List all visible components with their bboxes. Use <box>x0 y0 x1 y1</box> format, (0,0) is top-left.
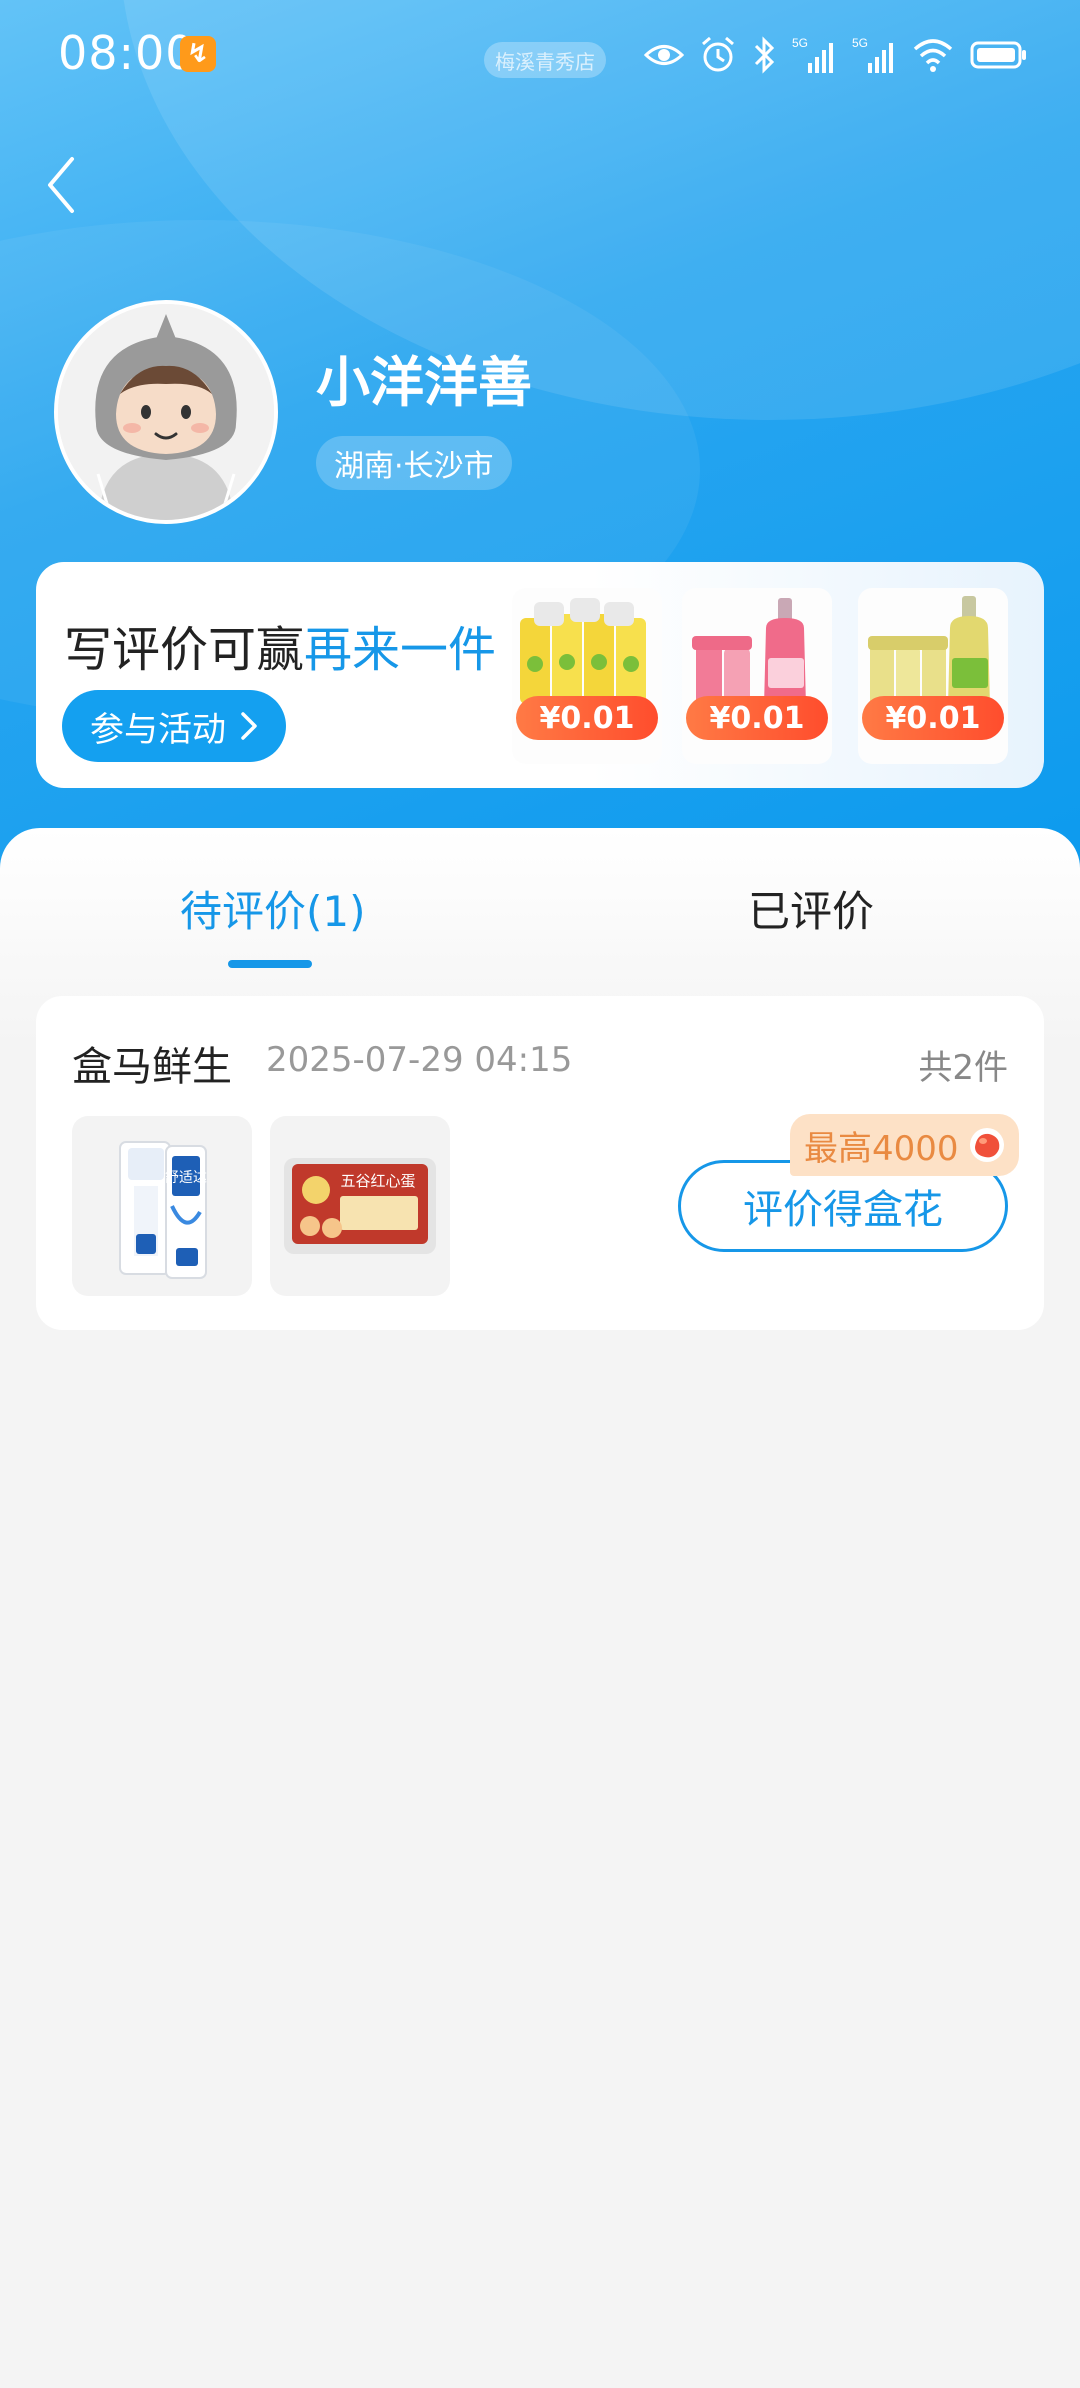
product-thumbnail-toothpaste[interactable]: 舒适达 <box>72 1116 252 1296</box>
promo-title-text: 写评价可赢 <box>64 622 305 678</box>
wifi-icon <box>913 39 953 72</box>
signal-5g-icon-2: 5G <box>852 36 893 73</box>
status-bar: 08:00 ↯ 梅溪青秀店 5G 5G <box>0 0 1080 110</box>
item-count: 共2件 <box>918 1048 1008 1088</box>
promo-title-highlight: 再来一件 <box>304 622 497 678</box>
notification-app-icon: ↯ <box>180 36 216 72</box>
bluetooth-icon <box>754 36 775 74</box>
flower-coin-icon <box>969 1128 1004 1162</box>
promo-price: ¥0.01 <box>516 696 658 740</box>
eye-icon <box>644 45 684 65</box>
avatar-illustration <box>58 304 274 520</box>
promo-price: ¥0.01 <box>686 696 828 740</box>
egg-box-brand-text: 五谷红心蛋 <box>340 1172 415 1190</box>
username: 小洋洋善 <box>316 351 532 414</box>
signal-5g-icon-1: 5G <box>792 36 833 73</box>
promo-product-1[interactable]: ¥0.01 <box>512 588 662 764</box>
order-card[interactable]: 盒马鲜生 2025-07-29 04:15 共2件 舒适达 五谷红心蛋 最高40… <box>36 996 1044 1330</box>
promo-price: ¥0.01 <box>862 696 1004 740</box>
store-name: 盒马鲜生 <box>72 1044 232 1090</box>
egg-box-image: 五谷红心蛋 <box>284 1158 436 1254</box>
join-activity-button[interactable]: 参与活动 <box>62 690 286 762</box>
network-5g-label-1: 5G <box>792 36 808 50</box>
network-5g-label-2: 5G <box>852 36 868 50</box>
battery-icon <box>970 41 1026 69</box>
tab-pending-review[interactable]: 待评价(1) <box>180 878 366 939</box>
chevron-right-icon <box>241 712 257 740</box>
status-time: 08:00 <box>58 26 196 80</box>
promo-product-2[interactable]: ¥0.01 <box>682 588 832 764</box>
promo-title: 写评价可赢再来一件 <box>64 610 534 680</box>
order-time: 2025-07-29 04:15 <box>266 1040 573 1080</box>
alarm-icon <box>702 36 734 72</box>
toothpaste-image: 舒适达 <box>119 1141 207 1279</box>
status-store-pill: 梅溪青秀店 <box>484 42 606 78</box>
promo-banner[interactable]: 写评价可赢再来一件 参与活动 ¥0.01 ¥0.01 ¥0.01 <box>36 562 1044 788</box>
back-button[interactable] <box>44 150 104 220</box>
location-badge: 湖南·长沙市 <box>316 436 512 490</box>
reward-text: 最高4000 <box>804 1128 959 1169</box>
join-activity-label: 参与活动 <box>90 709 226 750</box>
product-thumbnail-eggs[interactable]: 五谷红心蛋 <box>270 1116 450 1296</box>
promo-product-3[interactable]: ¥0.01 <box>858 588 1008 764</box>
avatar[interactable] <box>54 300 278 524</box>
reward-badge: 最高4000 <box>790 1114 1019 1176</box>
tab-active-indicator <box>228 960 312 968</box>
tab-reviewed[interactable]: 已评价 <box>748 878 874 939</box>
chevron-left-icon <box>48 157 74 213</box>
status-icons: 5G 5G <box>644 30 1028 80</box>
toothpaste-brand-text: 舒适达 <box>165 1170 207 1186</box>
